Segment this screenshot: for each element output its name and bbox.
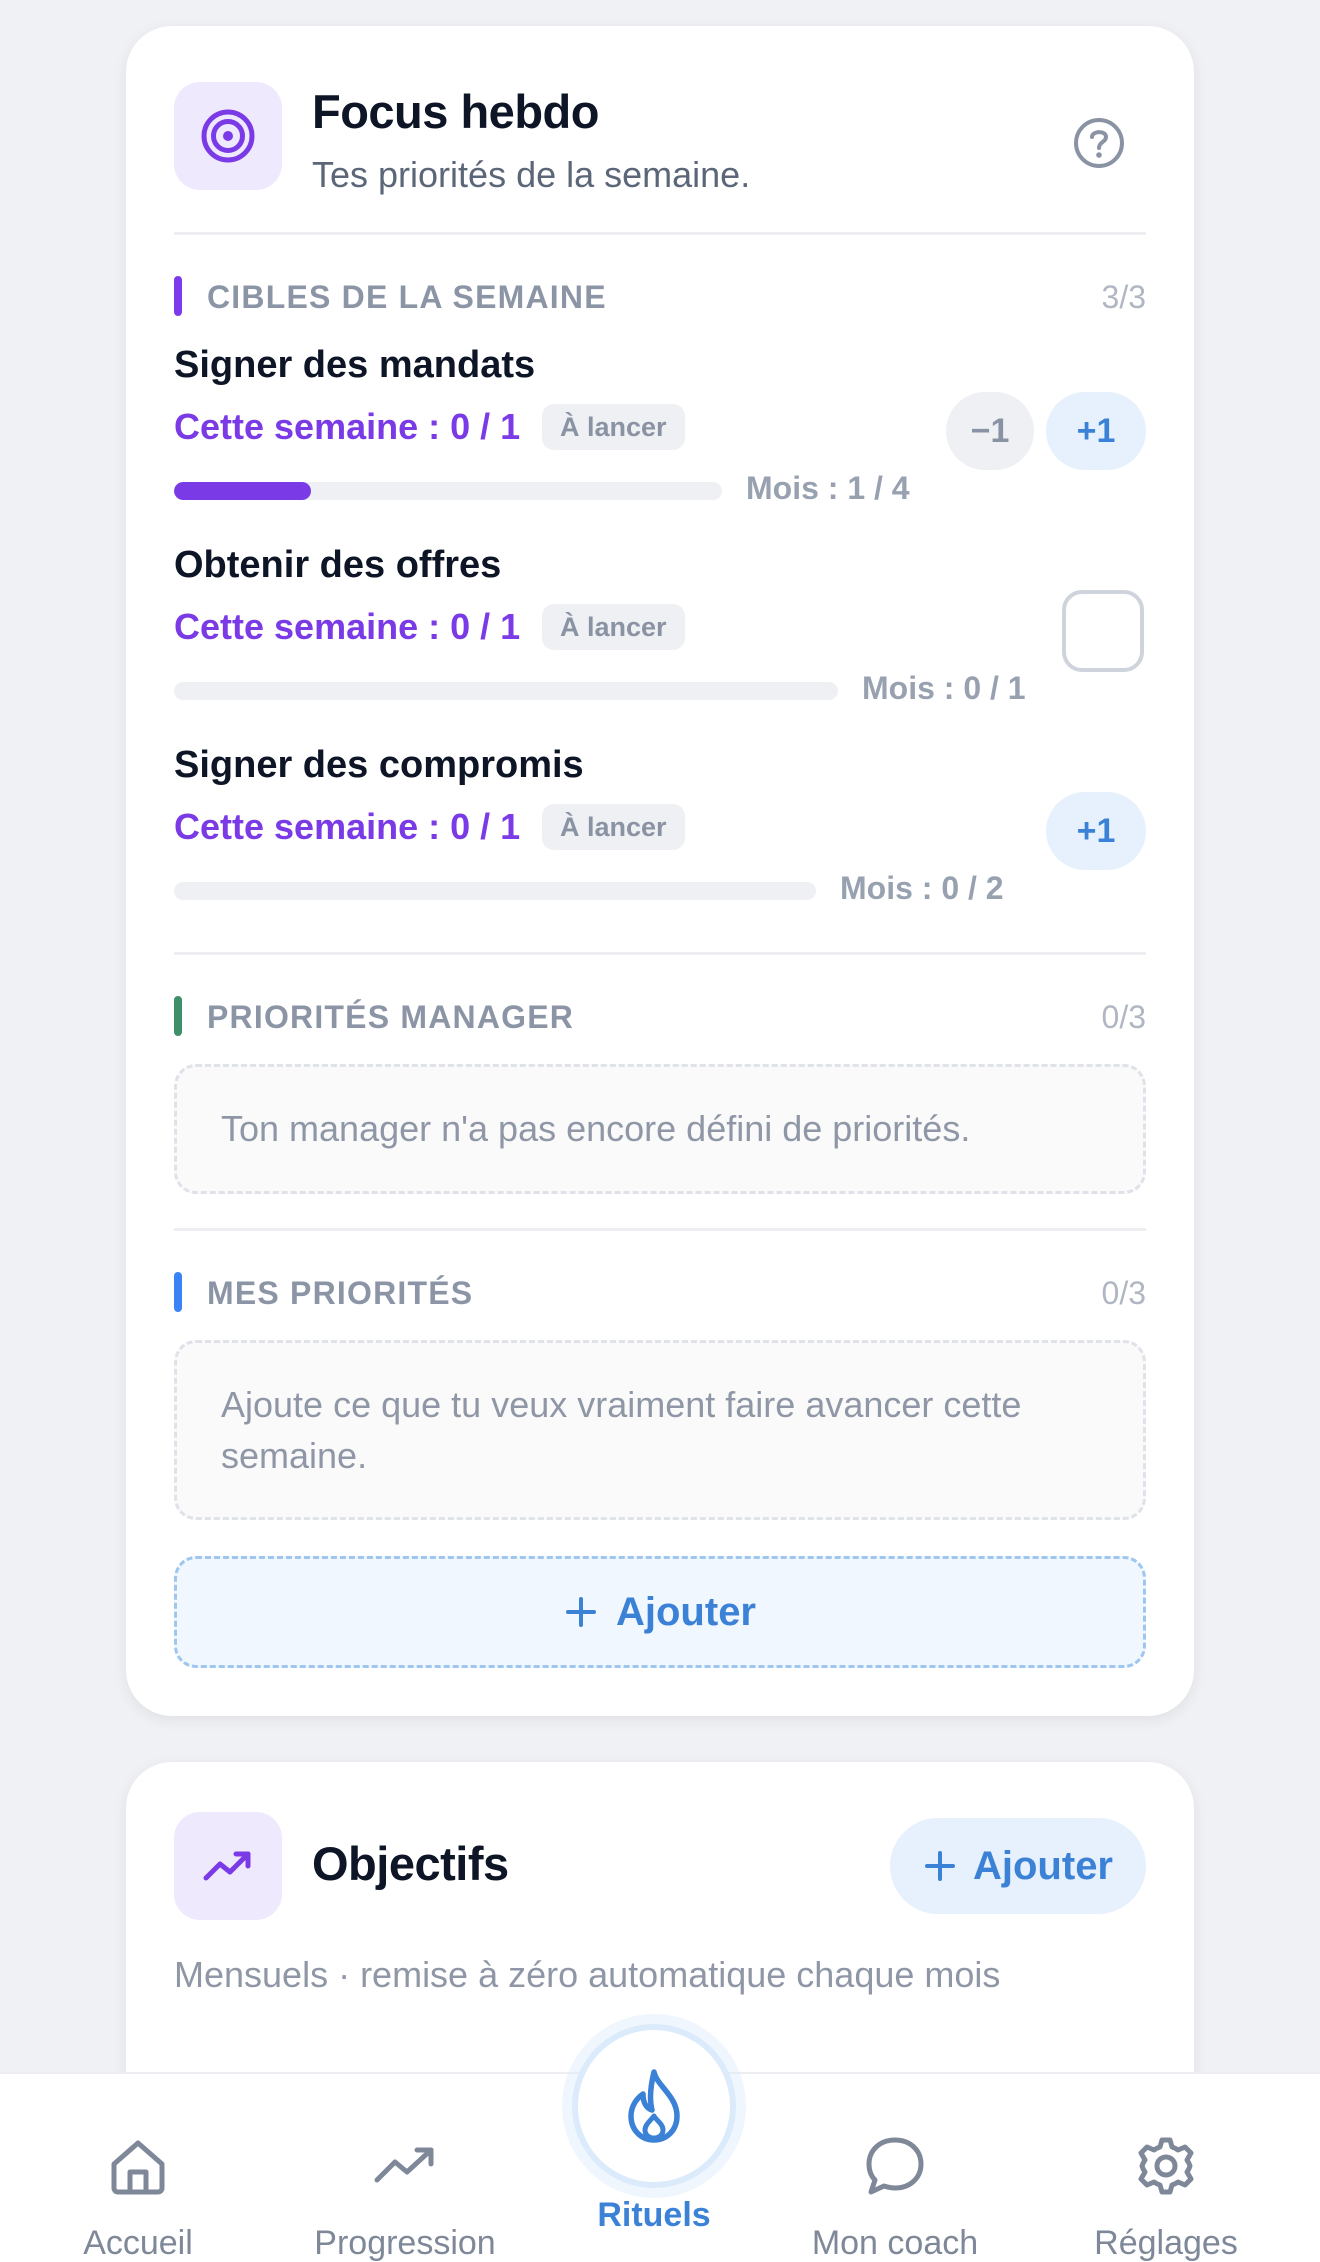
month-progress-track	[174, 682, 838, 700]
nav-item-reglages[interactable]: Réglages	[1086, 2074, 1246, 2262]
section-count: 0/3	[1101, 1275, 1146, 1311]
card-subtitle: Tes priorités de la semaine.	[312, 154, 751, 195]
nav-item-progression[interactable]: Progression	[300, 2074, 510, 2262]
divider	[174, 232, 1146, 235]
section-title: MES PRIORITÉS	[207, 1275, 474, 1311]
manager-empty-state: Ton manager n'a pas encore défini de pri…	[174, 1064, 1146, 1194]
trending-up-icon	[374, 2147, 434, 2183]
divider	[174, 1228, 1146, 1231]
flame-icon	[628, 2069, 680, 2143]
increment-button[interactable]: +1	[1046, 392, 1146, 470]
section-count: 0/3	[1101, 999, 1146, 1035]
section-title: CIBLES DE LA SEMAINE	[207, 279, 607, 315]
trending-up-icon	[203, 1851, 251, 1881]
mine-empty-state: Ajoute ce que tu veux vraiment faire ava…	[174, 1340, 1146, 1520]
month-progress-label: Mois : 1 / 4	[746, 470, 910, 506]
month-progress-label: Mois : 0 / 2	[840, 870, 1004, 906]
status-badge: À lancer	[542, 404, 685, 450]
trending-icon-box	[174, 1812, 282, 1920]
goal-checkbox[interactable]	[1062, 590, 1144, 672]
section-accent-bar	[174, 996, 182, 1036]
chat-bubble-icon	[866, 2137, 924, 2195]
add-priority-button[interactable]: Ajouter	[174, 1556, 1146, 1668]
month-progress-fill	[174, 482, 311, 500]
increment-button[interactable]: +1	[1046, 792, 1146, 870]
divider	[174, 952, 1146, 955]
nav-label: Mon coach	[811, 2224, 979, 2262]
nav-label: Accueil	[83, 2224, 193, 2262]
nav-label: Réglages	[1094, 2224, 1238, 2262]
goal-week-progress: Cette semaine : 0 / 1	[174, 806, 521, 847]
card-title: Focus hebdo	[312, 85, 599, 138]
section-count: 3/3	[1101, 279, 1146, 315]
target-icon	[201, 109, 255, 163]
gear-icon	[1138, 2137, 1194, 2195]
goal-name: Signer des mandats	[174, 344, 536, 386]
plus-icon	[566, 1597, 596, 1627]
card-title: Objectifs	[312, 1837, 509, 1890]
help-icon[interactable]	[1072, 116, 1126, 170]
section-title: PRIORITÉS MANAGER	[207, 999, 575, 1035]
nav-label-rituels[interactable]: Rituels	[572, 2196, 736, 2235]
decrement-button[interactable]: −1	[946, 392, 1034, 470]
nav-item-rituels[interactable]	[572, 2024, 736, 2188]
section-accent-bar	[174, 276, 182, 316]
target-icon-box	[174, 82, 282, 190]
status-badge: À lancer	[542, 604, 685, 650]
goal-name: Signer des compromis	[174, 744, 584, 786]
section-header-targets: CIBLES DE LA SEMAINE 3/3	[174, 276, 1146, 316]
focus-hebdo-card: Focus hebdo Tes priorités de la semaine.…	[126, 26, 1194, 1716]
plus-icon	[925, 1851, 955, 1881]
nav-item-accueil[interactable]: Accueil	[58, 2074, 218, 2262]
home-icon	[111, 2140, 165, 2195]
month-progress-label: Mois : 0 / 1	[862, 670, 1026, 706]
section-accent-bar	[174, 1272, 182, 1312]
nav-item-mon-coach[interactable]: Mon coach	[790, 2074, 1000, 2262]
status-badge: À lancer	[542, 804, 685, 850]
nav-label: Progression	[314, 2224, 496, 2262]
section-header-mine: MES PRIORITÉS 0/3	[174, 1272, 1146, 1312]
add-priority-label: Ajouter	[616, 1589, 756, 1634]
goal-name: Obtenir des offres	[174, 544, 502, 586]
add-objective-button[interactable]: Ajouter	[890, 1818, 1146, 1914]
add-objective-label: Ajouter	[973, 1843, 1113, 1888]
goal-week-progress: Cette semaine : 0 / 1	[174, 406, 521, 447]
goal-week-progress: Cette semaine : 0 / 1	[174, 606, 521, 647]
month-progress-track	[174, 882, 816, 900]
section-header-manager: PRIORITÉS MANAGER 0/3	[174, 996, 1146, 1036]
month-progress-track	[174, 482, 722, 500]
objectives-caption: Mensuels · remise à zéro automatique cha…	[174, 1954, 1001, 1995]
